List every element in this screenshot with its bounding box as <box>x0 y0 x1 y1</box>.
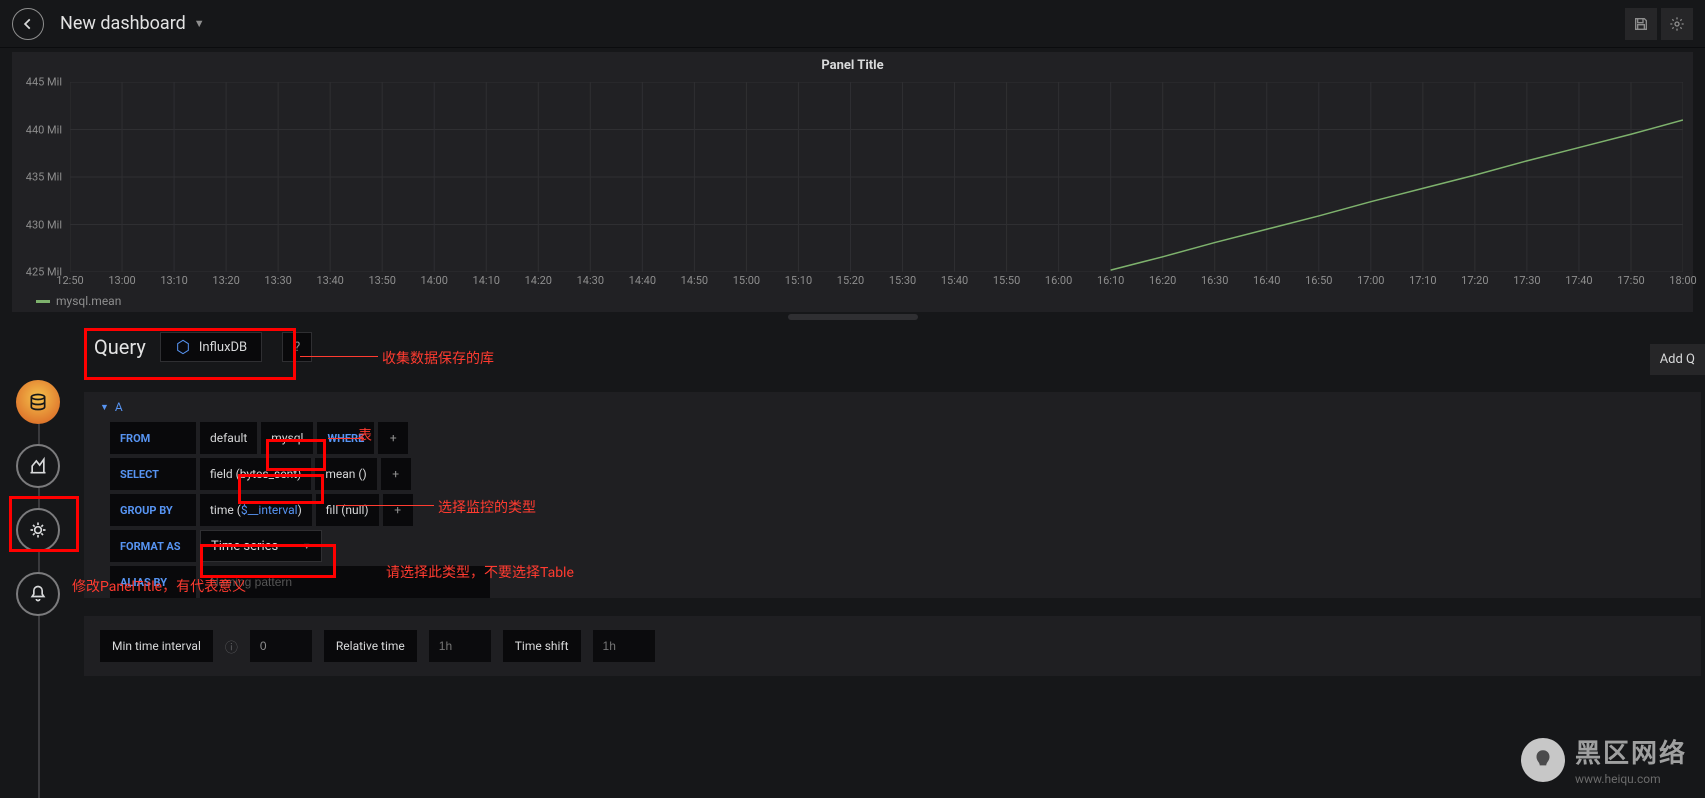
alias-input[interactable] <box>200 566 490 598</box>
panel-title[interactable]: Panel Title <box>12 52 1693 79</box>
legend[interactable]: mysql.mean <box>36 294 121 308</box>
panel: Panel Title 425 Mil430 Mil435 Mil440 Mil… <box>12 52 1693 312</box>
format-select[interactable]: Time series ▼ <box>200 530 322 562</box>
datasource-name: InfluxDB <box>199 340 247 355</box>
format-label: FORMAT AS <box>110 530 196 562</box>
panel-resize-handle[interactable] <box>788 314 918 320</box>
top-actions <box>1625 8 1693 40</box>
topbar: New dashboard ▼ <box>0 0 1705 48</box>
watermark: 黑区网络 www.heiqu.com <box>1521 733 1687 786</box>
bell-icon <box>28 584 48 604</box>
select-label: SELECT <box>110 458 196 490</box>
watermark-brand: 黑区网络 <box>1575 733 1687 770</box>
watermark-logo-icon <box>1521 738 1565 782</box>
query-row-toggle[interactable]: ▼ A <box>84 392 1701 422</box>
caret-down-icon: ▼ <box>194 17 205 30</box>
dashboard-title-dropdown[interactable]: New dashboard ▼ <box>60 13 205 34</box>
groupby-label: GROUP BY <box>110 494 196 526</box>
from-label: FROM <box>110 422 196 454</box>
where-keyword[interactable]: WHERE <box>317 422 374 454</box>
settings-button[interactable] <box>1661 8 1693 40</box>
dashboard-title: New dashboard <box>60 13 186 34</box>
format-row: FORMAT AS Time series ▼ <box>110 530 1701 562</box>
x-axis-labels: 12:5013:0013:1013:2013:3013:4013:5014:00… <box>70 274 1683 290</box>
tab-alert[interactable] <box>16 572 60 616</box>
chart-icon <box>28 456 48 476</box>
query-letter: A <box>115 400 123 414</box>
where-add[interactable]: + <box>378 422 408 454</box>
from-row: FROM default mysql WHERE + <box>110 422 1701 454</box>
query-tab-label: Query <box>94 335 146 359</box>
save-button[interactable] <box>1625 8 1657 40</box>
legend-swatch <box>36 300 50 303</box>
query-help-button[interactable]: ? <box>282 332 312 362</box>
groupby-fill[interactable]: fill (null) <box>316 494 379 526</box>
select-row: SELECT field (bytes_sent) mean () + <box>110 458 1701 490</box>
tab-visualization[interactable] <box>16 444 60 488</box>
alias-row: ALIAS BY <box>110 566 1701 598</box>
watermark-site: www.heiqu.com <box>1575 772 1687 786</box>
alias-label: ALIAS BY <box>110 566 196 598</box>
database-icon <box>28 392 48 412</box>
panel-editor: Query InfluxDB ? Add Q ▼ A FROM default … <box>0 326 1705 798</box>
y-axis-labels: 425 Mil430 Mil435 Mil440 Mil445 Mil <box>12 82 68 272</box>
select-aggregation[interactable]: mean () <box>315 458 376 490</box>
query-time-options: Min time interval ⓘ Relative time Time s… <box>84 616 1701 676</box>
groupby-row: GROUP BY time ($__interval) fill (null) … <box>110 494 1701 526</box>
relative-time-label: Relative time <box>324 630 417 662</box>
tab-general[interactable] <box>16 508 60 552</box>
caret-down-icon: ▼ <box>302 541 311 552</box>
tab-queries[interactable] <box>16 380 60 424</box>
influxdb-icon <box>175 339 191 355</box>
select-add[interactable]: + <box>381 458 411 490</box>
chart-plot[interactable] <box>70 82 1683 272</box>
from-measurement[interactable]: mysql <box>261 422 313 454</box>
save-icon <box>1633 16 1649 32</box>
format-value: Time series <box>211 539 278 554</box>
query-editor: ▼ A FROM default mysql WHERE + SELECT fi… <box>84 392 1701 598</box>
relative-time-input[interactable] <box>429 630 491 662</box>
groupby-add[interactable]: + <box>383 494 413 526</box>
time-shift-input[interactable] <box>593 630 655 662</box>
time-shift-label: Time shift <box>503 630 581 662</box>
caret-down-icon: ▼ <box>100 402 109 413</box>
groupby-time[interactable]: time ($__interval) <box>200 494 312 526</box>
back-button[interactable] <box>12 8 44 40</box>
add-query-button[interactable]: Add Q <box>1650 344 1705 375</box>
legend-label: mysql.mean <box>56 294 121 308</box>
min-interval-input[interactable] <box>250 630 312 662</box>
datasource-picker[interactable]: InfluxDB <box>160 332 262 362</box>
select-field[interactable]: field (bytes_sent) <box>200 458 311 490</box>
editor-body: Query InfluxDB ? Add Q ▼ A FROM default … <box>84 326 1705 798</box>
from-retention[interactable]: default <box>200 422 257 454</box>
editor-side-rail <box>16 380 60 798</box>
arrow-left-icon <box>21 17 35 31</box>
bug-gear-icon <box>28 520 48 540</box>
gear-icon <box>1669 16 1685 32</box>
info-icon[interactable]: ⓘ <box>225 637 238 656</box>
min-interval-label: Min time interval <box>100 630 213 662</box>
query-header: Query InfluxDB ? <box>84 326 1705 368</box>
